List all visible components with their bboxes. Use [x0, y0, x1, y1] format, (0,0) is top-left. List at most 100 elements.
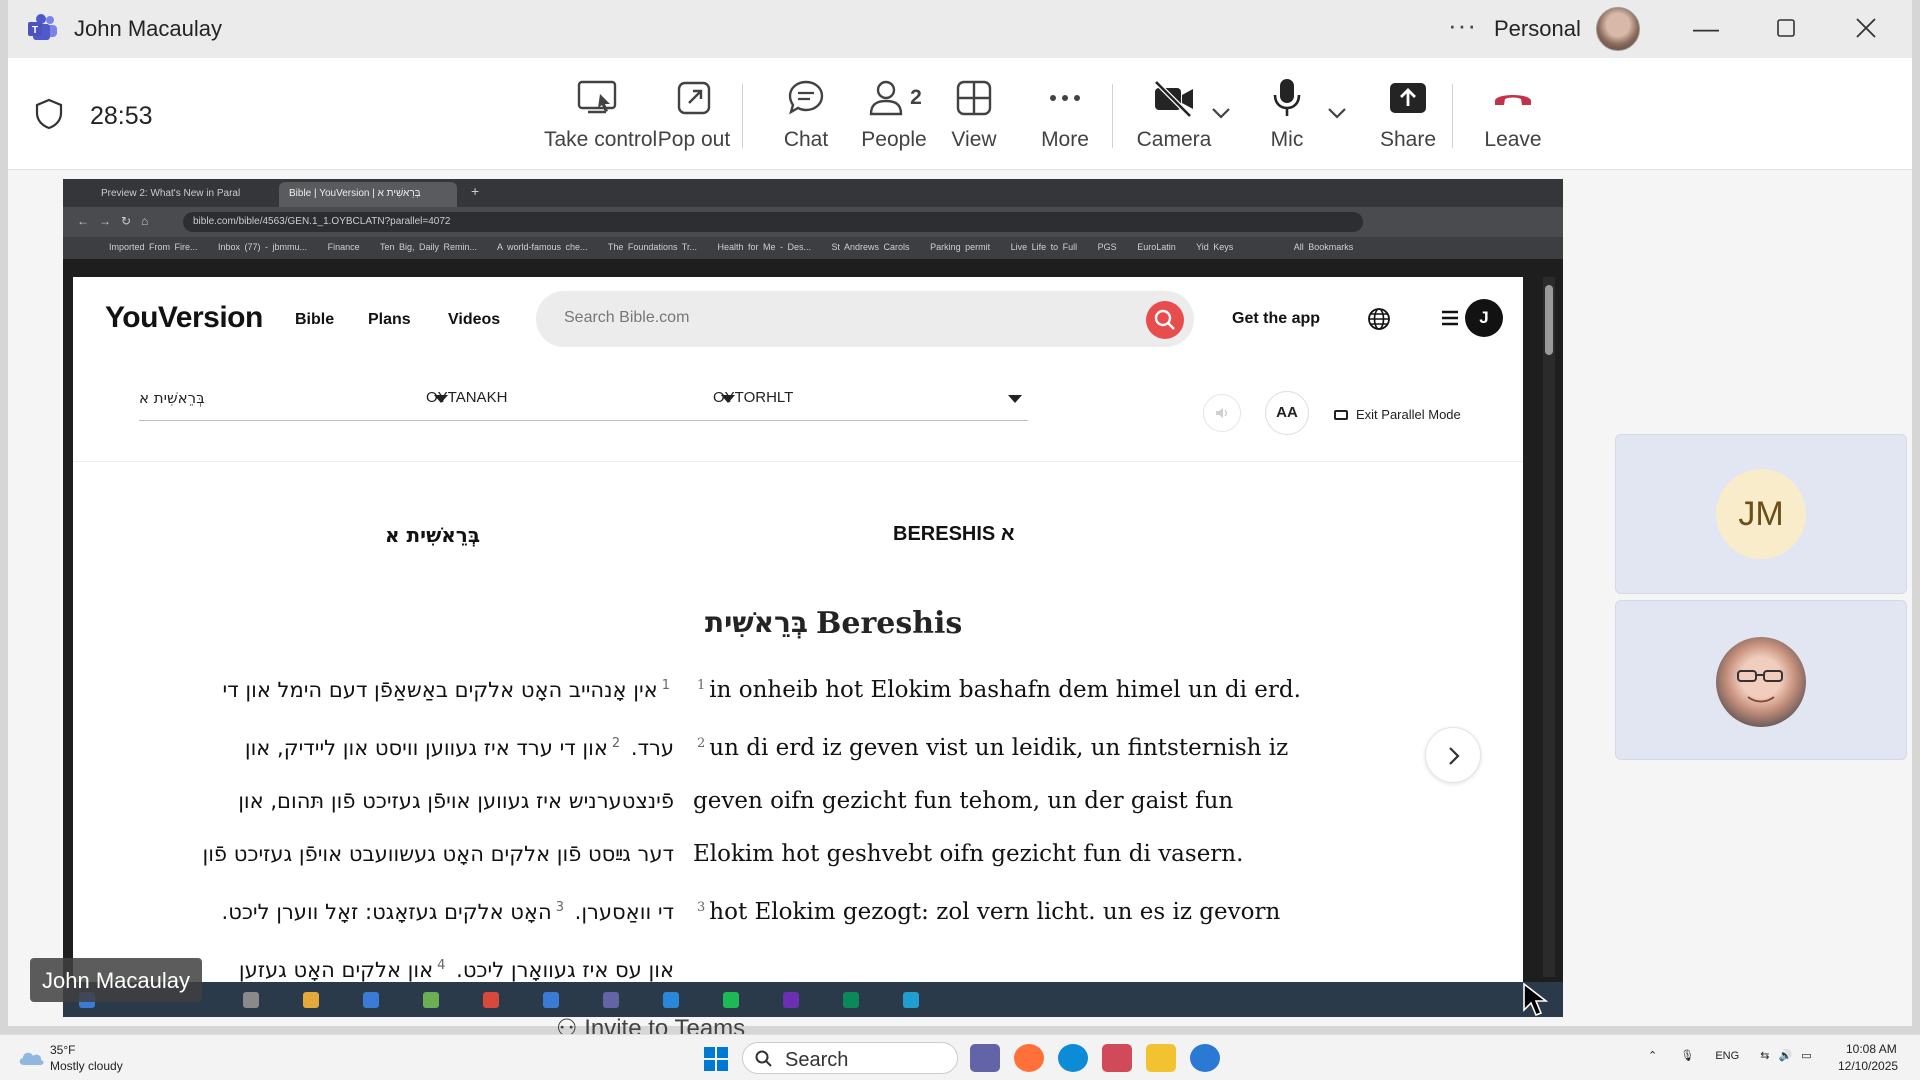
- language-indicator[interactable]: ENG: [1715, 1050, 1739, 1062]
- participant-tile[interactable]: JM: [1615, 434, 1907, 594]
- network-icon[interactable]: ⇆: [1760, 1050, 1769, 1062]
- windows-taskbar: 35°F Mostly cloudy Search ⌃ 🎙 ENG ⇆ 🔊 ▭ …: [0, 1034, 1920, 1080]
- bookmark-item[interactable]: Imported From Fire...: [109, 242, 198, 252]
- pop-out-icon: [677, 81, 711, 115]
- hamburger-menu-icon[interactable]: [1440, 308, 1460, 328]
- version-select-right[interactable]: OYTORHLT: [713, 381, 1028, 421]
- mic-button[interactable]: Mic: [1252, 76, 1322, 156]
- account-avatar[interactable]: [1596, 7, 1640, 51]
- people-button[interactable]: 2 People: [846, 76, 942, 156]
- minimize-icon[interactable]: —: [1676, 8, 1736, 48]
- version-select-left[interactable]: OYTANAKH: [426, 381, 741, 421]
- bookmark-item[interactable]: Inbox (77) - jbmmu...: [218, 242, 307, 252]
- account-label[interactable]: Personal: [1494, 16, 1581, 42]
- bookmark-item[interactable]: PGS: [1098, 242, 1117, 252]
- globe-icon[interactable]: [1367, 307, 1391, 331]
- search-input[interactable]: Search Bible.com: [564, 309, 689, 327]
- nav-videos[interactable]: Videos: [448, 311, 500, 329]
- browser-address-bar: ←→↻⌂ bible.com/bible/4563/GEN.1_1.OYBCLA…: [63, 207, 1563, 237]
- windows-start-icon[interactable]: [704, 1047, 728, 1071]
- participant-tile[interactable]: [1615, 600, 1907, 760]
- take-control-icon: [577, 80, 617, 114]
- more-button[interactable]: More: [1020, 76, 1110, 156]
- meeting-toolbar: 28:53 Take control Pop out Chat 2 People…: [8, 58, 1912, 170]
- page-scrollbar[interactable]: [1543, 277, 1555, 977]
- user-avatar[interactable]: J: [1465, 299, 1503, 337]
- people-icon: [869, 80, 903, 116]
- weather-description[interactable]: Mostly cloudy: [50, 1059, 123, 1073]
- bookmark-item[interactable]: Parking permit: [930, 242, 990, 252]
- exit-parallel-mode-button[interactable]: Exit Parallel Mode: [1334, 407, 1461, 422]
- search-button[interactable]: [1146, 301, 1184, 339]
- nav-plans[interactable]: Plans: [368, 311, 411, 329]
- volume-icon[interactable]: 🔊: [1779, 1050, 1793, 1062]
- book-chapter-select[interactable]: בְּרֵאשִׁית א: [139, 381, 454, 421]
- clock-date[interactable]: 12/10/2025: [1838, 1059, 1898, 1073]
- maximize-icon[interactable]: [1756, 8, 1816, 48]
- chevron-up-icon[interactable]: ⌃: [1648, 1050, 1657, 1062]
- leave-button[interactable]: Leave: [1470, 76, 1556, 156]
- app-icon[interactable]: [1190, 1044, 1220, 1072]
- view-grid-icon: [956, 80, 992, 116]
- bookmark-item[interactable]: All Bookmarks: [1294, 242, 1354, 252]
- battery-icon[interactable]: ▭: [1801, 1050, 1811, 1062]
- camera-button[interactable]: Camera: [1126, 76, 1222, 156]
- scrollbar-thumb[interactable]: [1545, 285, 1553, 355]
- browser-tab-strip: Preview 2: What's New in Paral Bible | Y…: [63, 179, 1563, 207]
- edge-icon[interactable]: [1058, 1044, 1088, 1072]
- more-options-icon[interactable]: ···: [1448, 10, 1477, 41]
- next-chapter-button[interactable]: [1425, 727, 1481, 783]
- view-button[interactable]: View: [934, 76, 1014, 156]
- mic-tray-icon[interactable]: 🎙: [1680, 1050, 1694, 1062]
- bookmark-item[interactable]: Health for Me - Des...: [717, 242, 811, 252]
- camera-options-chevron-down-icon[interactable]: [1210, 106, 1232, 120]
- verse[interactable]: 3 hot Elokim gezogt: zol vern licht. un e…: [693, 899, 1280, 925]
- chat-button[interactable]: Chat: [766, 76, 846, 156]
- app-icon[interactable]: [1102, 1044, 1132, 1072]
- youversion-logo[interactable]: YouVersion: [105, 301, 263, 335]
- bookmark-item[interactable]: The Foundations Tr...: [608, 242, 697, 252]
- bible-search-box[interactable]: Search Bible.com: [536, 291, 1194, 347]
- verse[interactable]: 1 in onheib hot Elokim bashafn dem himel …: [693, 677, 1301, 703]
- toolbar-divider: [1452, 84, 1453, 148]
- font-size-button[interactable]: AA: [1265, 391, 1309, 435]
- take-control-button[interactable]: Take control: [544, 76, 657, 156]
- weather-temperature[interactable]: 35°F: [50, 1043, 75, 1057]
- share-button[interactable]: Share: [1368, 76, 1448, 156]
- taskbar-search[interactable]: Search: [742, 1042, 958, 1074]
- file-explorer-icon[interactable]: [1146, 1044, 1176, 1072]
- browser-tab[interactable]: Preview 2: What's New in Paral: [91, 182, 269, 207]
- bookmark-item[interactable]: Ten Big, Daily Remin...: [380, 242, 477, 252]
- browser-nav-icons[interactable]: ←→↻⌂: [77, 214, 158, 228]
- pop-out-button[interactable]: Pop out: [654, 76, 734, 156]
- teams-app-icon[interactable]: [970, 1044, 1000, 1072]
- camera-off-icon: [1154, 80, 1193, 118]
- presenter-name-tag: John Macaulay: [30, 958, 202, 1002]
- firefox-icon[interactable]: [1014, 1044, 1044, 1072]
- hang-up-icon: [1495, 95, 1531, 105]
- verse[interactable]: 2און די ערד איז געווען וויסט און ליידיק,…: [202, 736, 674, 924]
- mic-icon: [1273, 79, 1301, 116]
- bookmark-item[interactable]: Yid Keys: [1196, 242, 1233, 252]
- bookmark-item[interactable]: Live Life to Full: [1011, 242, 1078, 252]
- bookmark-item[interactable]: A world-famous che...: [497, 242, 588, 252]
- participant-photo-avatar: [1716, 637, 1806, 727]
- clock-time[interactable]: 10:08 AM: [1846, 1042, 1897, 1056]
- url-input[interactable]: bible.com/bible/4563/GEN.1_1.OYBCLATN?pa…: [183, 212, 1363, 232]
- window-title: John Macaulay: [74, 16, 222, 41]
- close-window-icon[interactable]: [1836, 8, 1896, 48]
- cloud-icon[interactable]: [16, 1045, 46, 1069]
- get-the-app-link[interactable]: Get the app: [1232, 310, 1320, 328]
- bookmark-item[interactable]: St Andrews Carols: [832, 242, 910, 252]
- bookmark-item[interactable]: EuroLatin: [1137, 242, 1176, 252]
- audio-button[interactable]: [1203, 394, 1241, 432]
- browser-tab-active[interactable]: Bible | YouVersion | בְּרֵאשִׁית א: [279, 182, 457, 207]
- verse[interactable]: 2 un di erd iz geven vist un leidik, un f…: [693, 735, 1288, 867]
- bookmark-item[interactable]: Finance: [328, 242, 360, 252]
- bookmarks-bar: Imported From Fire... Inbox (77) - jbmmu…: [63, 237, 1563, 259]
- nav-bible[interactable]: Bible: [295, 311, 334, 329]
- new-tab-icon[interactable]: +: [471, 183, 479, 199]
- chat-icon: [788, 80, 824, 115]
- system-tray[interactable]: ⌃ 🎙 ENG ⇆ 🔊 ▭: [1648, 1049, 1812, 1062]
- mic-options-chevron-down-icon[interactable]: [1326, 106, 1348, 120]
